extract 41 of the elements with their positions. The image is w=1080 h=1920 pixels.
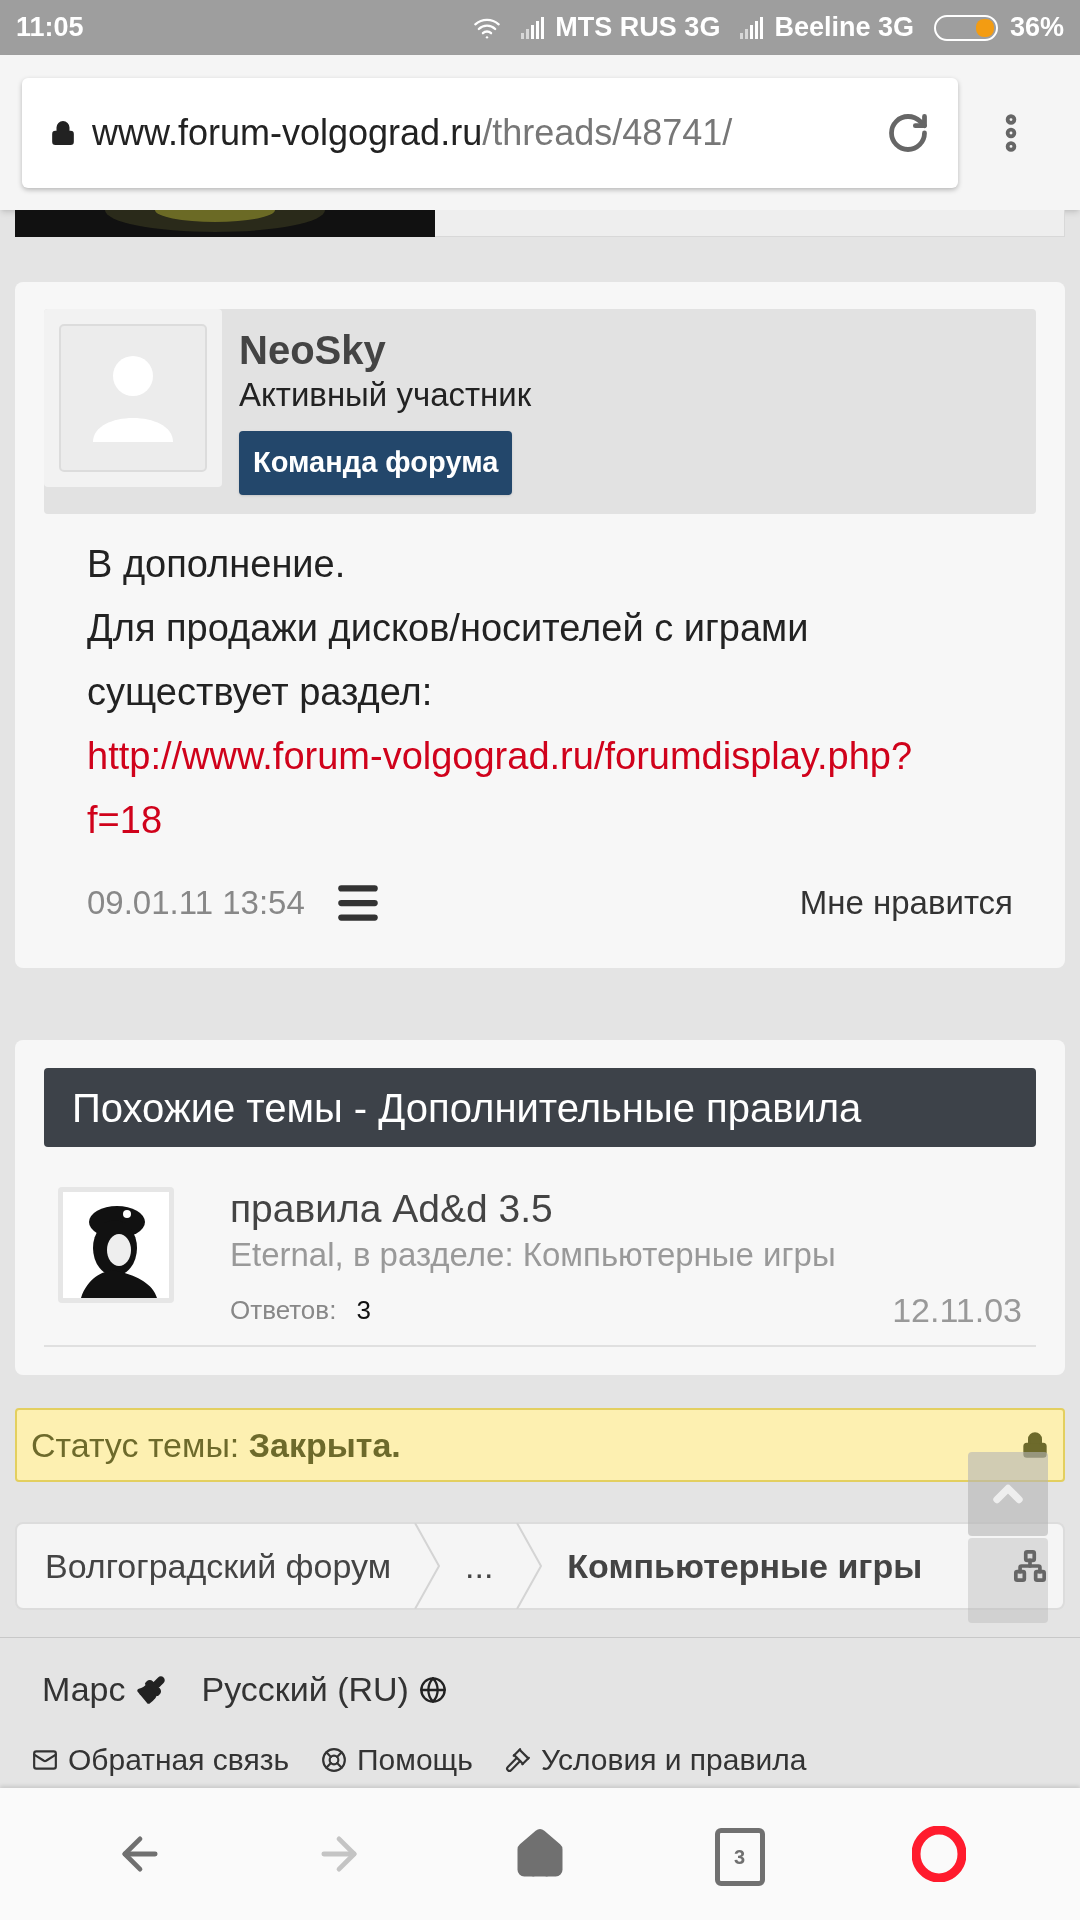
carrier-name: Beeline 3G [774, 11, 914, 45]
post-text: В дополнение. [87, 542, 347, 587]
avatar-icon [59, 324, 207, 472]
footer-link[interactable]: Обратная связь [68, 1737, 290, 1782]
thread-row[interactable]: правила Ad&d 3.5 Eternal, в разделе: Компьютерные игры Ответов: 3 12.11.03 [44, 1147, 1036, 1347]
post-text: Для продажи дисков/носителей с играми существует раздел: [87, 606, 810, 715]
thread-title[interactable]: правила Ad&d 3.5 [230, 1187, 1036, 1231]
globe-icon [418, 1675, 447, 1704]
battery-percent: 36% [1009, 11, 1064, 45]
style-chooser[interactable]: Марс [42, 1664, 126, 1715]
lock-icon [50, 119, 76, 146]
like-link[interactable]: Мне нравится [799, 878, 1013, 928]
author-title: Активный участник [239, 375, 532, 415]
carrier-name: MTS RUS 3G [555, 11, 721, 45]
replies-count: 3 [356, 1294, 371, 1327]
role-badge: Команда форума [239, 431, 513, 495]
thread-date: 12.11.03 [892, 1290, 1022, 1331]
tabs-button[interactable]: 3 [714, 1828, 765, 1886]
gavel-icon [504, 1746, 531, 1773]
lifebuoy-icon [321, 1746, 348, 1773]
breadcrumb-item[interactable]: Волгоградский форум [45, 1540, 391, 1592]
url-text: www.forum-volgograd.ru/threads/48741/ [92, 110, 734, 155]
brush-icon [135, 1674, 166, 1705]
footer-link[interactable]: Помощь [357, 1737, 473, 1782]
author-name[interactable]: NeoSky [239, 327, 386, 373]
opera-logo[interactable] [912, 1826, 967, 1882]
address-field[interactable]: www.forum-volgograd.ru/threads/48741/ [22, 77, 958, 188]
breadcrumb-item[interactable]: ... [465, 1540, 494, 1592]
thread-meta: Eternal, в разделе: Компьютерные игры [230, 1235, 837, 1275]
section-header: Похожие темы - Дополнительные правила [44, 1068, 1036, 1147]
battery-icon [933, 14, 998, 41]
replies-label: Ответов: [230, 1294, 337, 1327]
post-link[interactable]: http://www.forum-volgograd.ru/forumdisplay.php?f=18 [87, 724, 977, 852]
breadcrumb-item[interactable]: Компьютерные игры [567, 1540, 923, 1592]
lock-icon [1021, 1431, 1049, 1459]
post-date: 09.01.11 13:54 [87, 883, 305, 924]
thread-status: Статус темы: Закрыта. [31, 1424, 402, 1466]
footer-link[interactable]: Условия и правила [540, 1737, 807, 1782]
clock: 11:05 [16, 11, 84, 45]
language-chooser[interactable]: Русский (RU) [201, 1664, 409, 1715]
sitemap-icon[interactable] [1013, 1549, 1047, 1583]
